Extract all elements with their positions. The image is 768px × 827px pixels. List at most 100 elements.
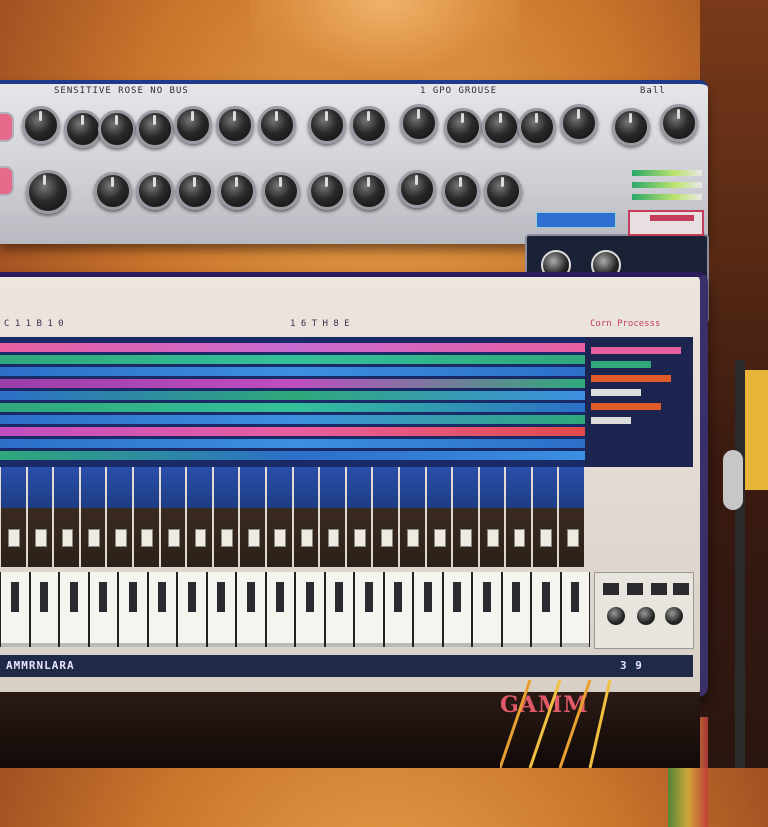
knob[interactable]: [64, 110, 102, 148]
side-jack-icon[interactable]: [0, 166, 14, 196]
channel-strip[interactable]: [453, 467, 478, 567]
knob[interactable]: [560, 104, 598, 142]
transport-button[interactable]: [627, 583, 643, 595]
channel-strip[interactable]: [426, 467, 452, 567]
channel-strip[interactable]: [1, 467, 26, 567]
transport-knob[interactable]: [607, 607, 625, 625]
channel-strip[interactable]: [479, 467, 505, 567]
channel-strip[interactable]: [532, 467, 558, 567]
microphone-icon: [723, 450, 743, 510]
knob[interactable]: [398, 170, 436, 208]
channel-button[interactable]: [207, 572, 235, 647]
channel-strip[interactable]: [160, 467, 186, 567]
side-bar: [591, 389, 641, 396]
channel-strip[interactable]: [399, 467, 425, 567]
channel-button[interactable]: [473, 572, 501, 647]
console-label-right: Corn Processs: [590, 319, 661, 329]
channel-button[interactable]: [89, 572, 117, 647]
channel-strip[interactable]: [213, 467, 239, 567]
knob[interactable]: [442, 172, 480, 210]
mixing-console: C 1 1 B 1 0 1 6 T H 8 E Corn Processs AM…: [0, 272, 708, 827]
channel-strip[interactable]: [293, 467, 319, 567]
channel-button[interactable]: [443, 572, 471, 647]
knob[interactable]: [262, 172, 300, 210]
channel-button[interactable]: [266, 572, 294, 647]
track-row: [0, 367, 585, 376]
track-row: [0, 379, 585, 388]
knob[interactable]: [612, 108, 650, 146]
channel-strip[interactable]: [346, 467, 372, 567]
channel-button[interactable]: [60, 572, 88, 647]
microphone-stand: [715, 360, 768, 768]
knob[interactable]: [350, 106, 388, 144]
channel-button[interactable]: [296, 572, 324, 647]
channel-button[interactable]: [325, 572, 353, 647]
channel-strip[interactable]: [506, 467, 531, 567]
track-display: [0, 337, 585, 467]
side-bar: [591, 361, 651, 368]
knob[interactable]: [174, 106, 212, 144]
knob[interactable]: [26, 170, 70, 214]
knob[interactable]: [98, 110, 136, 148]
channel-button[interactable]: [414, 572, 442, 647]
channel-strip[interactable]: [559, 467, 585, 567]
side-display: [585, 337, 693, 467]
knob[interactable]: [482, 108, 520, 146]
track-row: [0, 403, 585, 412]
side-bar: [591, 347, 681, 354]
channel-strip[interactable]: [373, 467, 398, 567]
channel-button[interactable]: [148, 572, 176, 647]
knob[interactable]: [400, 104, 438, 142]
cable-wires-icon: [500, 680, 612, 768]
channel-button[interactable]: [119, 572, 147, 647]
channel-strip[interactable]: [107, 467, 132, 567]
channel-button[interactable]: [1, 572, 29, 647]
channel-strip[interactable]: [320, 467, 345, 567]
track-row: [0, 391, 585, 400]
channel-button[interactable]: [355, 572, 383, 647]
channel-strip[interactable]: [80, 467, 106, 567]
channel-button[interactable]: [532, 572, 560, 647]
track-row: [0, 451, 585, 460]
channel-button[interactable]: [502, 572, 530, 647]
channel-button[interactable]: [30, 572, 58, 647]
knob[interactable]: [216, 106, 254, 144]
bottom-label-strip: AMMRNLARA 3 9: [0, 655, 693, 677]
knob[interactable]: [94, 172, 132, 210]
knob[interactable]: [444, 108, 482, 146]
knob[interactable]: [308, 172, 346, 210]
transport-button[interactable]: [603, 583, 619, 595]
transport-button[interactable]: [651, 583, 667, 595]
channel-strip[interactable]: [187, 467, 212, 567]
channel-button[interactable]: [561, 572, 589, 647]
knob[interactable]: [258, 106, 296, 144]
knob[interactable]: [518, 108, 556, 146]
side-jack-icon[interactable]: [0, 112, 14, 142]
transport-button[interactable]: [673, 583, 689, 595]
channel-strips: [0, 467, 585, 567]
level-meter: [632, 194, 702, 200]
knob[interactable]: [308, 106, 346, 144]
track-row: [0, 355, 585, 364]
side-bar: [591, 375, 671, 382]
knob[interactable]: [176, 172, 214, 210]
channel-strip[interactable]: [266, 467, 292, 567]
knob[interactable]: [136, 172, 174, 210]
console-label-mid: 1 6 T H 8 E: [290, 319, 350, 329]
knob[interactable]: [350, 172, 388, 210]
knob[interactable]: [22, 106, 60, 144]
channel-button[interactable]: [178, 572, 206, 647]
knob[interactable]: [660, 104, 698, 142]
bottom-label-left: AMMRNLARA: [6, 659, 75, 672]
channel-strip[interactable]: [54, 467, 79, 567]
channel-button[interactable]: [384, 572, 412, 647]
channel-strip[interactable]: [27, 467, 53, 567]
transport-knob[interactable]: [637, 607, 655, 625]
transport-knob[interactable]: [665, 607, 683, 625]
knob[interactable]: [218, 172, 256, 210]
knob[interactable]: [484, 172, 522, 210]
channel-strip[interactable]: [240, 467, 265, 567]
knob[interactable]: [136, 110, 174, 148]
channel-strip[interactable]: [133, 467, 159, 567]
channel-button[interactable]: [237, 572, 265, 647]
